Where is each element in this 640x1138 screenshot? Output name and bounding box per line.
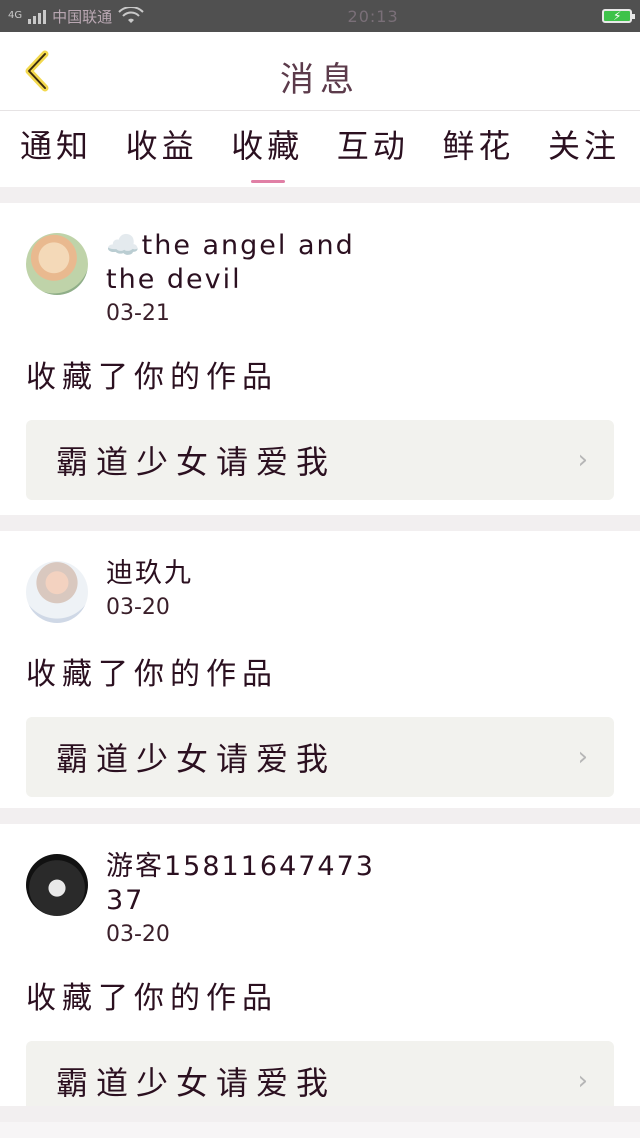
wifi-icon	[118, 7, 144, 23]
chevron-right-icon: ›	[577, 445, 588, 475]
avatar[interactable]	[26, 233, 88, 295]
user-info: 游客15811647473 37 03-20	[106, 850, 396, 947]
username[interactable]: 迪玖九	[106, 557, 193, 591]
status-left: 4G 中国联通	[8, 6, 144, 27]
status-bar: 4G 中国联通 20:13 ⚡	[0, 0, 640, 32]
message-date: 03-20	[106, 922, 170, 947]
action-text: 收藏了你的作品	[26, 657, 278, 692]
tab-earnings[interactable]: 收益	[126, 121, 198, 177]
avatar[interactable]	[26, 561, 88, 623]
user-row: 迪玖九 03-20	[26, 557, 614, 623]
signal-icon	[28, 8, 47, 24]
message-date: 03-20	[106, 595, 170, 620]
divider	[0, 1106, 640, 1122]
username[interactable]: 游客15811647473 37	[106, 850, 396, 918]
carrier-name: 中国联通	[52, 7, 113, 26]
user-row: 游客15811647473 37 03-20	[26, 850, 614, 947]
message-card: ☁️the angel and the devil 03-21 收藏了你的作品 …	[0, 203, 640, 515]
work-title: 霸道少女请爱我	[56, 740, 337, 778]
message-card: 游客15811647473 37 03-20 收藏了你的作品 霸道少女请爱我 ›	[0, 824, 640, 1121]
work-title: 霸道少女请爱我	[56, 443, 337, 481]
tab-notifications[interactable]: 通知	[20, 121, 92, 177]
tab-interactions[interactable]: 互动	[337, 121, 409, 177]
work-title: 霸道少女请爱我	[56, 1064, 337, 1102]
message-date: 03-21	[106, 301, 170, 326]
action-text: 收藏了你的作品	[26, 360, 278, 395]
page-title: 消息	[280, 60, 360, 100]
user-row: ☁️the angel and the devil 03-21	[26, 229, 614, 326]
divider	[0, 808, 640, 824]
divider	[0, 187, 640, 203]
battery-icon: ⚡	[602, 9, 635, 23]
chevron-right-icon: ›	[577, 742, 588, 772]
divider	[0, 515, 640, 531]
user-info: ☁️the angel and the devil 03-21	[106, 229, 396, 326]
avatar[interactable]	[26, 854, 88, 916]
username[interactable]: ☁️the angel and the devil	[106, 229, 396, 297]
tab-flowers[interactable]: 鲜花	[442, 121, 514, 177]
message-card: 迪玖九 03-20 收藏了你的作品 霸道少女请爱我 ›	[0, 531, 640, 808]
tab-following[interactable]: 关注	[548, 121, 620, 177]
chevron-right-icon: ›	[577, 1066, 588, 1096]
nav-bar: 消息	[0, 32, 640, 111]
action-text: 收藏了你的作品	[26, 981, 278, 1016]
clock: 20:13	[347, 6, 399, 26]
work-link[interactable]: 霸道少女请爱我 ›	[26, 420, 614, 500]
work-link[interactable]: 霸道少女请爱我 ›	[26, 717, 614, 797]
user-info: 迪玖九 03-20	[106, 557, 193, 620]
tab-bar: 通知 收益 收藏 互动 鲜花 关注	[0, 111, 640, 187]
network-type: 4G	[8, 10, 23, 21]
tab-favorites[interactable]: 收藏	[231, 121, 303, 183]
